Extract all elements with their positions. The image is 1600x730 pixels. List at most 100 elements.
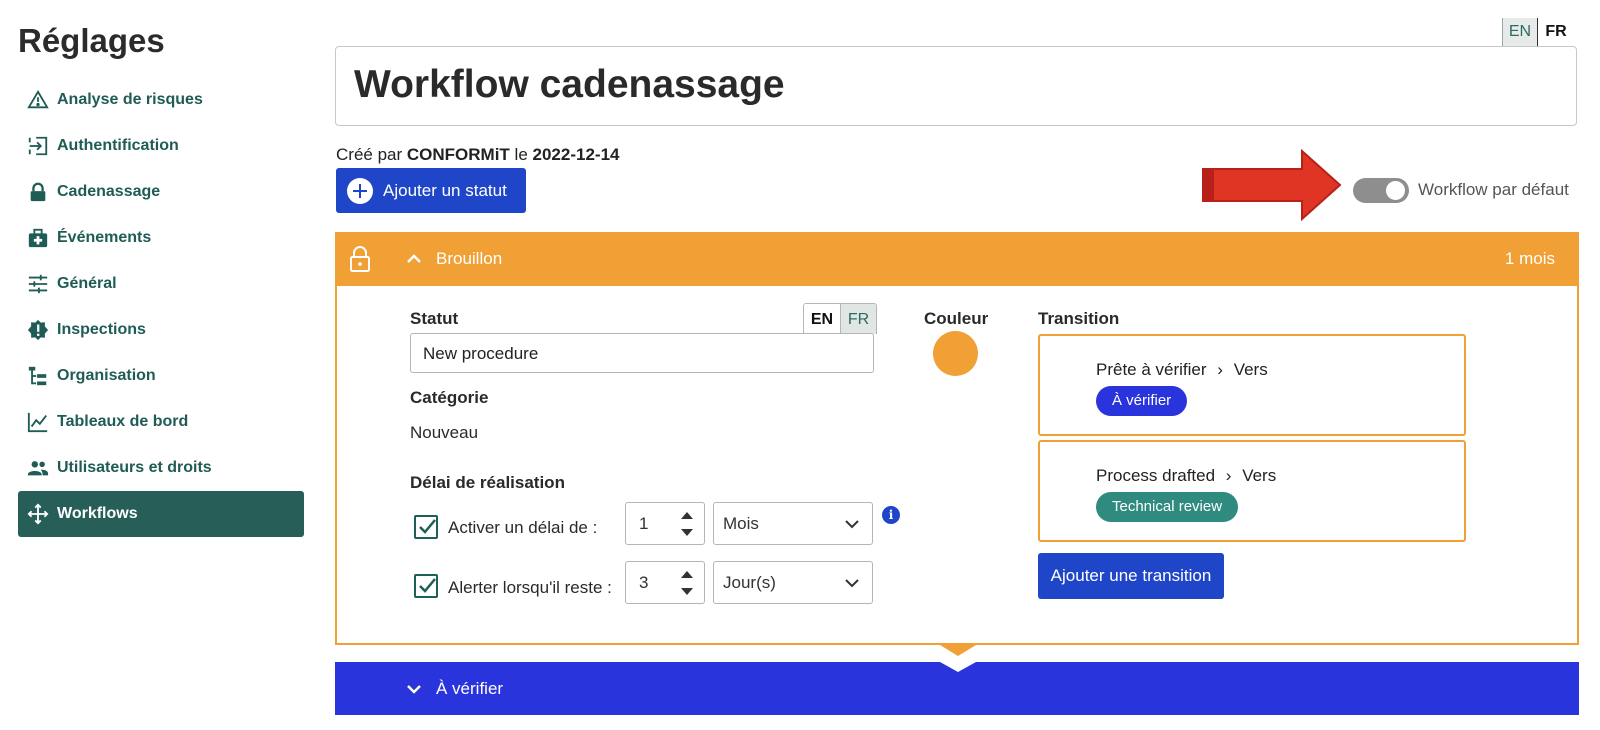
categorie-label: Catégorie — [410, 388, 489, 407]
status-name: Brouillon — [436, 249, 503, 268]
status-duration: 1 mois — [1504, 249, 1555, 268]
transition-card[interactable]: Process drafted › Vers Technical review — [1038, 440, 1466, 542]
sidebar-item-inspections[interactable]: Inspections — [18, 307, 304, 353]
add-status-label: Ajouter un statut — [383, 180, 507, 200]
sidebar-item-cadenassage[interactable]: Cadenassage — [18, 169, 304, 215]
alert-number-input[interactable]: 3 — [625, 561, 705, 604]
sidebar-item-organisation[interactable]: Organisation — [18, 353, 304, 399]
statut-lang-fr[interactable]: FR — [840, 304, 876, 334]
delai-unit-value: Mois — [723, 514, 759, 533]
created-by: CONFORMiT — [406, 145, 510, 164]
sidebar-item-workflows[interactable]: Workflows — [18, 491, 304, 537]
panel-notch-bottom — [940, 662, 976, 672]
sidebar-item-label: Général — [57, 275, 117, 292]
settings-sidebar: Réglages Analyse de risques Authentifica… — [0, 0, 320, 730]
transition-vers: Vers — [1233, 360, 1268, 379]
add-status-button[interactable]: Ajouter un statut — [336, 168, 526, 213]
status-name: À vérifier — [436, 679, 504, 698]
warning-triangle-icon — [27, 89, 49, 111]
chevron-right-icon: › — [1225, 466, 1232, 485]
transition-target-badge: Technical review — [1096, 492, 1239, 522]
transition-vers: Vers — [1242, 466, 1277, 485]
alert-checkbox[interactable] — [414, 574, 438, 598]
transition-card[interactable]: Prête à vérifier › Vers À vérifier — [1038, 334, 1466, 436]
language-switch: EN FR — [1502, 18, 1574, 46]
transition-line: Prête à vérifier › Vers — [1096, 360, 1268, 380]
sidebar-item-label: Analyse de risques — [57, 91, 203, 108]
created-prefix: Créé par — [336, 145, 403, 164]
chevron-up-icon[interactable] — [403, 248, 425, 270]
transition-name: Prête à vérifier — [1096, 360, 1207, 379]
statut-language-switch: EN FR — [803, 303, 877, 334]
sliders-icon — [27, 273, 49, 295]
status-header-brouillon[interactable]: Brouillon 1 mois — [335, 232, 1579, 286]
default-workflow-toggle[interactable] — [1353, 178, 1409, 203]
settings-nav: Analyse de risques Authentification Cade… — [18, 77, 304, 537]
sidebar-item-label: Cadenassage — [57, 183, 161, 200]
created-mid: le — [514, 145, 528, 164]
badge-alert-icon — [27, 319, 49, 341]
sidebar-item-tableaux-de-bord[interactable]: Tableaux de bord — [18, 399, 304, 445]
transition-line: Process drafted › Vers — [1096, 466, 1276, 486]
workflow-title: Workflow cadenassage — [354, 63, 785, 106]
chevron-down-icon — [845, 579, 859, 588]
couleur-label: Couleur — [924, 309, 989, 328]
lang-fr-button[interactable]: FR — [1538, 18, 1574, 46]
sidebar-item-label: Inspections — [57, 321, 146, 338]
transition-label: Transition — [1038, 309, 1120, 328]
stepper-arrows-icon[interactable] — [680, 568, 694, 598]
panel-notch — [940, 645, 976, 656]
statut-label: Statut — [410, 309, 459, 328]
lock-icon — [350, 246, 370, 272]
created-date: 2022-12-14 — [532, 145, 620, 164]
delai-checkbox-label: Activer un délai de : — [448, 518, 598, 537]
checkmark-icon — [419, 519, 436, 534]
alert-number-value: 3 — [639, 573, 649, 592]
sidebar-item-label: Tableaux de bord — [57, 413, 189, 430]
statut-lang-en[interactable]: EN — [804, 304, 840, 334]
sidebar-item-label: Workflows — [57, 505, 138, 522]
chevron-right-icon: › — [1217, 360, 1223, 379]
sidebar-item-evenements[interactable]: Événements — [18, 215, 304, 261]
line-chart-icon — [27, 411, 49, 433]
transition-name: Process drafted — [1096, 466, 1216, 485]
sidebar-item-utilisateurs-et-droits[interactable]: Utilisateurs et droits — [18, 445, 304, 491]
color-picker-swatch[interactable] — [933, 331, 978, 376]
sidebar-item-label: Utilisateurs et droits — [57, 459, 212, 476]
stepper-arrows-icon[interactable] — [680, 509, 694, 539]
alert-unit-select[interactable]: Jour(s) — [713, 561, 873, 604]
transition-target-badge: À vérifier — [1096, 386, 1188, 416]
sidebar-title: Réglages — [18, 22, 165, 59]
sidebar-item-label: Organisation — [57, 367, 156, 384]
red-arrow-annotation — [1202, 149, 1342, 221]
lock-icon — [27, 181, 49, 203]
users-icon — [27, 457, 49, 479]
workflow-title-field[interactable]: Workflow cadenassage — [335, 46, 1577, 126]
alert-unit-value: Jour(s) — [723, 573, 776, 592]
sidebar-item-general[interactable]: Général — [18, 261, 304, 307]
delai-checkbox[interactable] — [414, 515, 438, 539]
org-tree-icon — [27, 365, 49, 387]
alert-checkbox-label: Alerter lorsqu'il reste : — [448, 578, 612, 597]
checkmark-icon — [419, 578, 436, 593]
categorie-value: Nouveau — [410, 423, 479, 442]
sidebar-item-label: Événements — [57, 229, 152, 246]
chevron-down-icon[interactable] — [403, 678, 425, 700]
add-transition-button[interactable]: Ajouter une transition — [1038, 553, 1224, 599]
sidebar-item-authentification[interactable]: Authentification — [18, 123, 304, 169]
delai-label: Délai de réalisation — [410, 473, 565, 492]
statut-input[interactable]: New procedure — [410, 333, 874, 373]
default-workflow-label: Workflow par défaut — [1418, 180, 1569, 199]
delai-unit-select[interactable]: Mois — [713, 502, 873, 545]
plus-circle-icon — [347, 177, 373, 204]
sidebar-item-analyse-de-risques[interactable]: Analyse de risques — [18, 77, 304, 123]
login-icon — [27, 135, 49, 157]
workflow-icon — [27, 503, 49, 525]
toggle-knob — [1386, 181, 1405, 200]
created-info: Créé par CONFORMiT le 2022-12-14 — [336, 145, 619, 165]
delai-number-value: 1 — [639, 514, 649, 533]
info-icon[interactable]: i — [882, 506, 900, 524]
lang-en-button[interactable]: EN — [1502, 18, 1538, 46]
delai-number-input[interactable]: 1 — [625, 502, 705, 545]
sidebar-item-label: Authentification — [57, 137, 179, 154]
